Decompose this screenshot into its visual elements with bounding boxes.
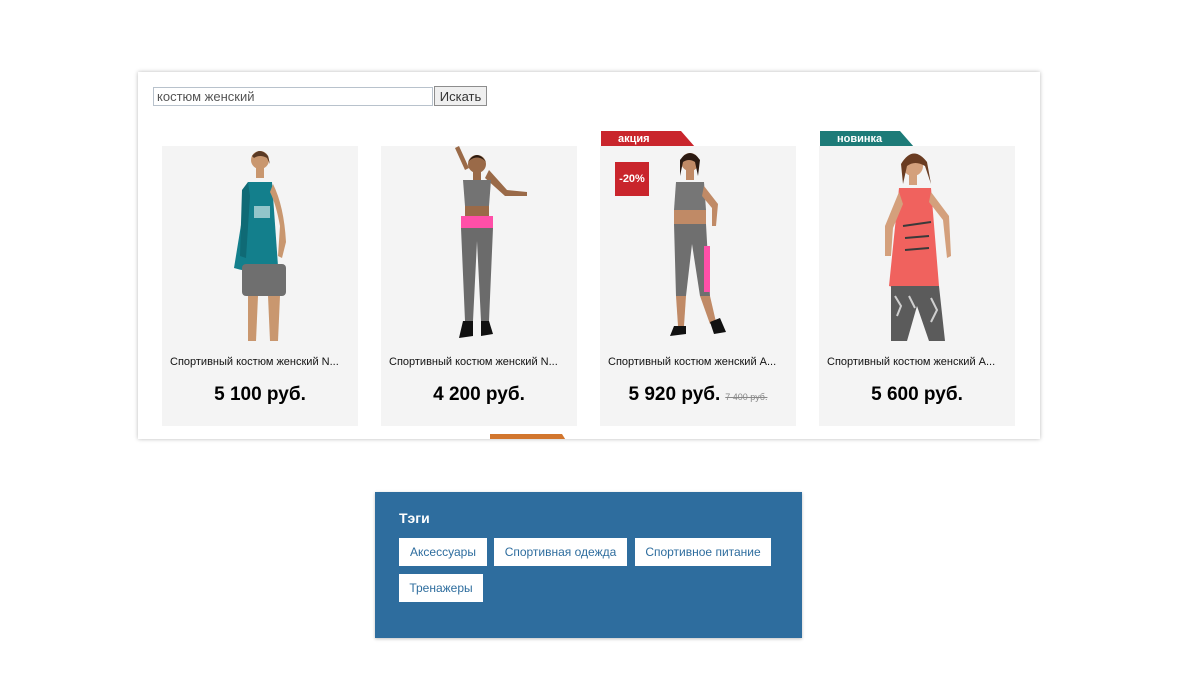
product-price: 4 200 руб. xyxy=(433,384,525,405)
search-button[interactable]: Искать xyxy=(434,86,487,106)
tag-sportswear[interactable]: Спортивная одежда xyxy=(494,538,627,566)
price-row: 5 600 руб. xyxy=(819,384,1015,406)
price-row: 5 100 руб. xyxy=(162,384,358,406)
product-image[interactable] xyxy=(819,146,1015,346)
product-price: 5 920 руб. xyxy=(628,384,721,405)
sale-ribbon: акция xyxy=(601,131,695,147)
new-ribbon: новинка xyxy=(820,131,914,147)
product-card[interactable]: Спортивный костюм женский N... 5 100 руб… xyxy=(162,146,358,426)
price-row: 4 200 руб. xyxy=(381,384,577,406)
product-price: 5 100 руб. xyxy=(214,384,306,405)
price-row: 5 920 руб. 7 400 руб. xyxy=(600,384,796,406)
product-title[interactable]: Спортивный костюм женский N... xyxy=(170,356,352,368)
tags-panel: Тэги Аксессуары Спортивная одежда Спорти… xyxy=(375,492,802,638)
tag-accessories[interactable]: Аксессуары xyxy=(399,538,487,566)
product-price: 5 600 руб. xyxy=(871,384,963,405)
product-card[interactable]: -20% Спортивный костюм женский А... 5 92… xyxy=(600,146,796,426)
product-image[interactable] xyxy=(381,146,577,346)
product-old-price: 7 400 руб. xyxy=(725,392,768,402)
tag-sports-nutrition[interactable]: Спортивное питание xyxy=(635,538,771,566)
product-title[interactable]: Спортивный костюм женский N... xyxy=(389,356,571,368)
product-card[interactable]: Спортивный костюм женский А... 5 600 руб… xyxy=(819,146,1015,426)
product-card[interactable]: Спортивный костюм женский N... 4 200 руб… xyxy=(381,146,577,426)
tag-trainers[interactable]: Тренажеры xyxy=(399,574,483,602)
next-row-ribbon xyxy=(490,434,572,439)
tags-title: Тэги xyxy=(399,510,430,526)
products-panel: Искать акция новинка Спортивный костюм ж… xyxy=(138,72,1040,439)
product-title[interactable]: Спортивный костюм женский А... xyxy=(827,356,1009,368)
discount-badge: -20% xyxy=(615,162,649,196)
search-input[interactable] xyxy=(153,87,433,106)
product-title[interactable]: Спортивный костюм женский А... xyxy=(608,356,790,368)
product-image[interactable] xyxy=(162,146,358,346)
